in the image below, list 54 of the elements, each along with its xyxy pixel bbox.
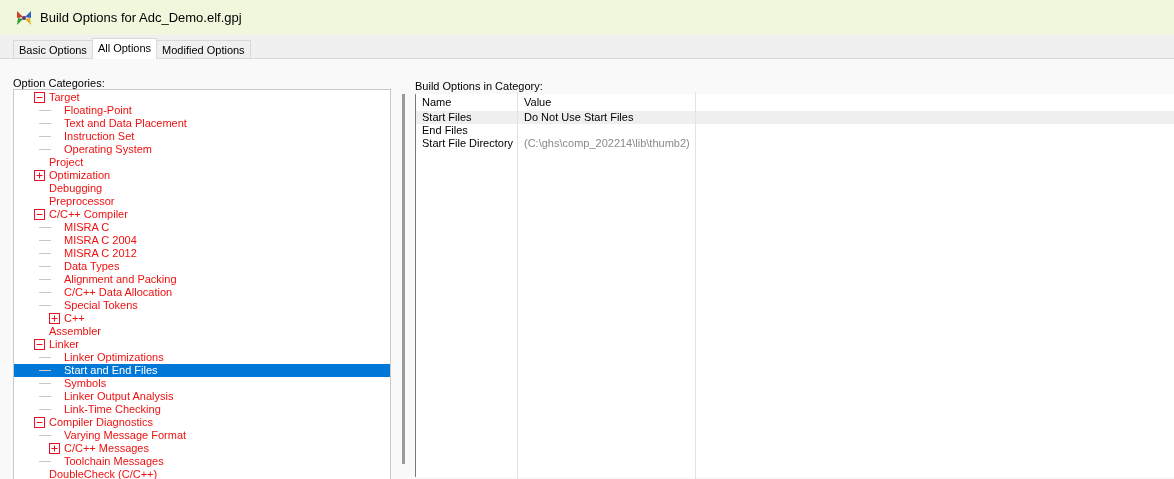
tree-item[interactable]: Varying Message Format xyxy=(14,429,390,442)
tree-item[interactable]: Assembler xyxy=(14,325,390,338)
tree-item[interactable]: C/C++ Messages xyxy=(14,442,390,455)
tree-item[interactable]: C/C++ Data Allocation xyxy=(14,286,390,299)
tree-item[interactable]: Text and Data Placement xyxy=(14,117,390,130)
tree-item[interactable]: C++ xyxy=(14,312,390,325)
section-label: Build Options in Category: xyxy=(415,79,543,92)
minus-box-icon[interactable] xyxy=(34,209,45,220)
tree-item[interactable]: Compiler Diagnostics xyxy=(14,416,390,429)
tree-item[interactable]: Operating System xyxy=(14,143,390,156)
tree-item[interactable]: Special Tokens xyxy=(14,299,390,312)
minus-box-icon[interactable] xyxy=(34,339,45,350)
tree-item[interactable]: Floating-Point xyxy=(14,104,390,117)
tree-item[interactable]: Preprocessor xyxy=(14,195,390,208)
minus-box-icon[interactable] xyxy=(34,92,45,103)
column-header[interactable]: Name xyxy=(422,96,452,108)
section-label: Option Categories: xyxy=(13,77,105,89)
option-name: Start File Directory xyxy=(422,137,514,149)
tree-item[interactable]: Instruction Set xyxy=(14,130,390,143)
tab[interactable]: Modified Options xyxy=(156,40,251,58)
tree-item[interactable]: Symbols xyxy=(14,377,390,390)
tree-item[interactable]: Target xyxy=(14,91,390,104)
minus-box-icon[interactable] xyxy=(34,417,45,428)
tree-item[interactable]: Optimization xyxy=(14,169,390,182)
tree-item[interactable]: Data Types xyxy=(14,260,390,273)
tree-item[interactable]: Project xyxy=(14,156,390,169)
plus-box-icon[interactable] xyxy=(49,313,60,324)
tree-item[interactable]: MISRA C xyxy=(14,221,390,234)
option-name: End Files xyxy=(422,124,468,136)
tree-item[interactable]: C/C++ Compiler xyxy=(14,208,390,221)
option-value: (C:\ghs\comp_202214\lib\thumb2) xyxy=(524,137,690,149)
splitter-bar[interactable] xyxy=(401,94,405,464)
tree-item[interactable]: Toolchain Messages xyxy=(14,455,390,468)
column-header[interactable]: Value xyxy=(524,96,552,108)
tree-item[interactable]: Debugging xyxy=(14,182,390,195)
tree-item[interactable]: Linker Optimizations xyxy=(14,351,390,364)
plus-box-icon[interactable] xyxy=(49,443,60,454)
option-row[interactable]: End Files xyxy=(416,124,1174,137)
tab[interactable]: Basic Options xyxy=(13,40,93,58)
option-value: Do Not Use Start Files xyxy=(524,111,634,123)
option-row[interactable]: Start Files Do Not Use Start Files xyxy=(416,111,1174,124)
tree-item[interactable]: Link-Time Checking xyxy=(14,403,390,416)
tree-item[interactable]: MISRA C 2004 xyxy=(14,234,390,247)
option-name: Start Files xyxy=(422,111,472,123)
tree-item[interactable]: Start and End Files xyxy=(14,364,390,377)
tree-item[interactable]: Linker Output Analysis xyxy=(14,390,390,403)
tree-item[interactable]: Linker xyxy=(14,338,390,351)
window-title: Build Options for Adc_Demo.elf.gpj xyxy=(40,10,242,25)
plus-box-icon[interactable] xyxy=(34,170,45,181)
tab[interactable]: All Options xyxy=(91,38,158,59)
tree-item[interactable]: MISRA C 2012 xyxy=(14,247,390,260)
tree-item[interactable]: Alignment and Packing xyxy=(14,273,390,286)
app-logo-icon xyxy=(16,9,32,26)
option-row[interactable]: Start File Directory (C:\ghs\comp_202214\lib\thumb2) xyxy=(416,137,1174,150)
